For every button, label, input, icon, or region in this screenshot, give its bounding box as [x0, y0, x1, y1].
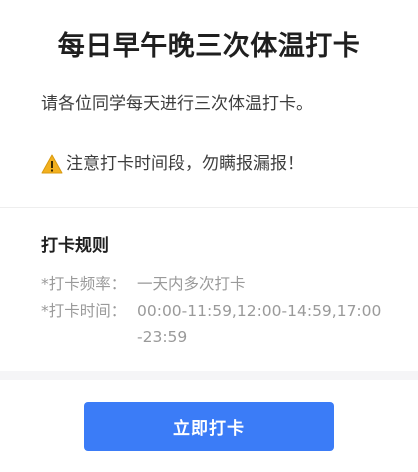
rule-frequency-row: *打卡频率： 一天内多次打卡 [41, 271, 382, 297]
rules-heading: 打卡规则 [41, 236, 109, 256]
notice-line: 注意打卡时间段，勿瞒报漏报！ [41, 150, 304, 178]
section-divider [0, 207, 418, 208]
notice-text: 注意打卡时间段，勿瞒报漏报！ [66, 154, 304, 174]
checkin-page: 每日早午晚三次体温打卡 请各位同学每天进行三次体温打卡。 注意打卡时间段，勿瞒报… [0, 0, 418, 472]
rule-time-value: 00:00-11:59,12:00-14:59,17:00-23:59 [137, 302, 382, 346]
section-separator [0, 371, 418, 380]
rule-time-row: *打卡时间： 00:00-11:59,12:00-14:59,17:00-23:… [41, 298, 382, 350]
checkin-button[interactable]: 立即打卡 [84, 402, 334, 451]
rule-frequency-value: 一天内多次打卡 [137, 275, 246, 293]
rule-frequency-label: *打卡频率： [41, 275, 127, 293]
page-title: 每日早午晚三次体温打卡 [57, 31, 361, 62]
intro-text: 请各位同学每天进行三次体温打卡。 [41, 94, 313, 114]
warning-icon [41, 154, 63, 174]
rule-time-label: *打卡时间： [41, 302, 127, 320]
